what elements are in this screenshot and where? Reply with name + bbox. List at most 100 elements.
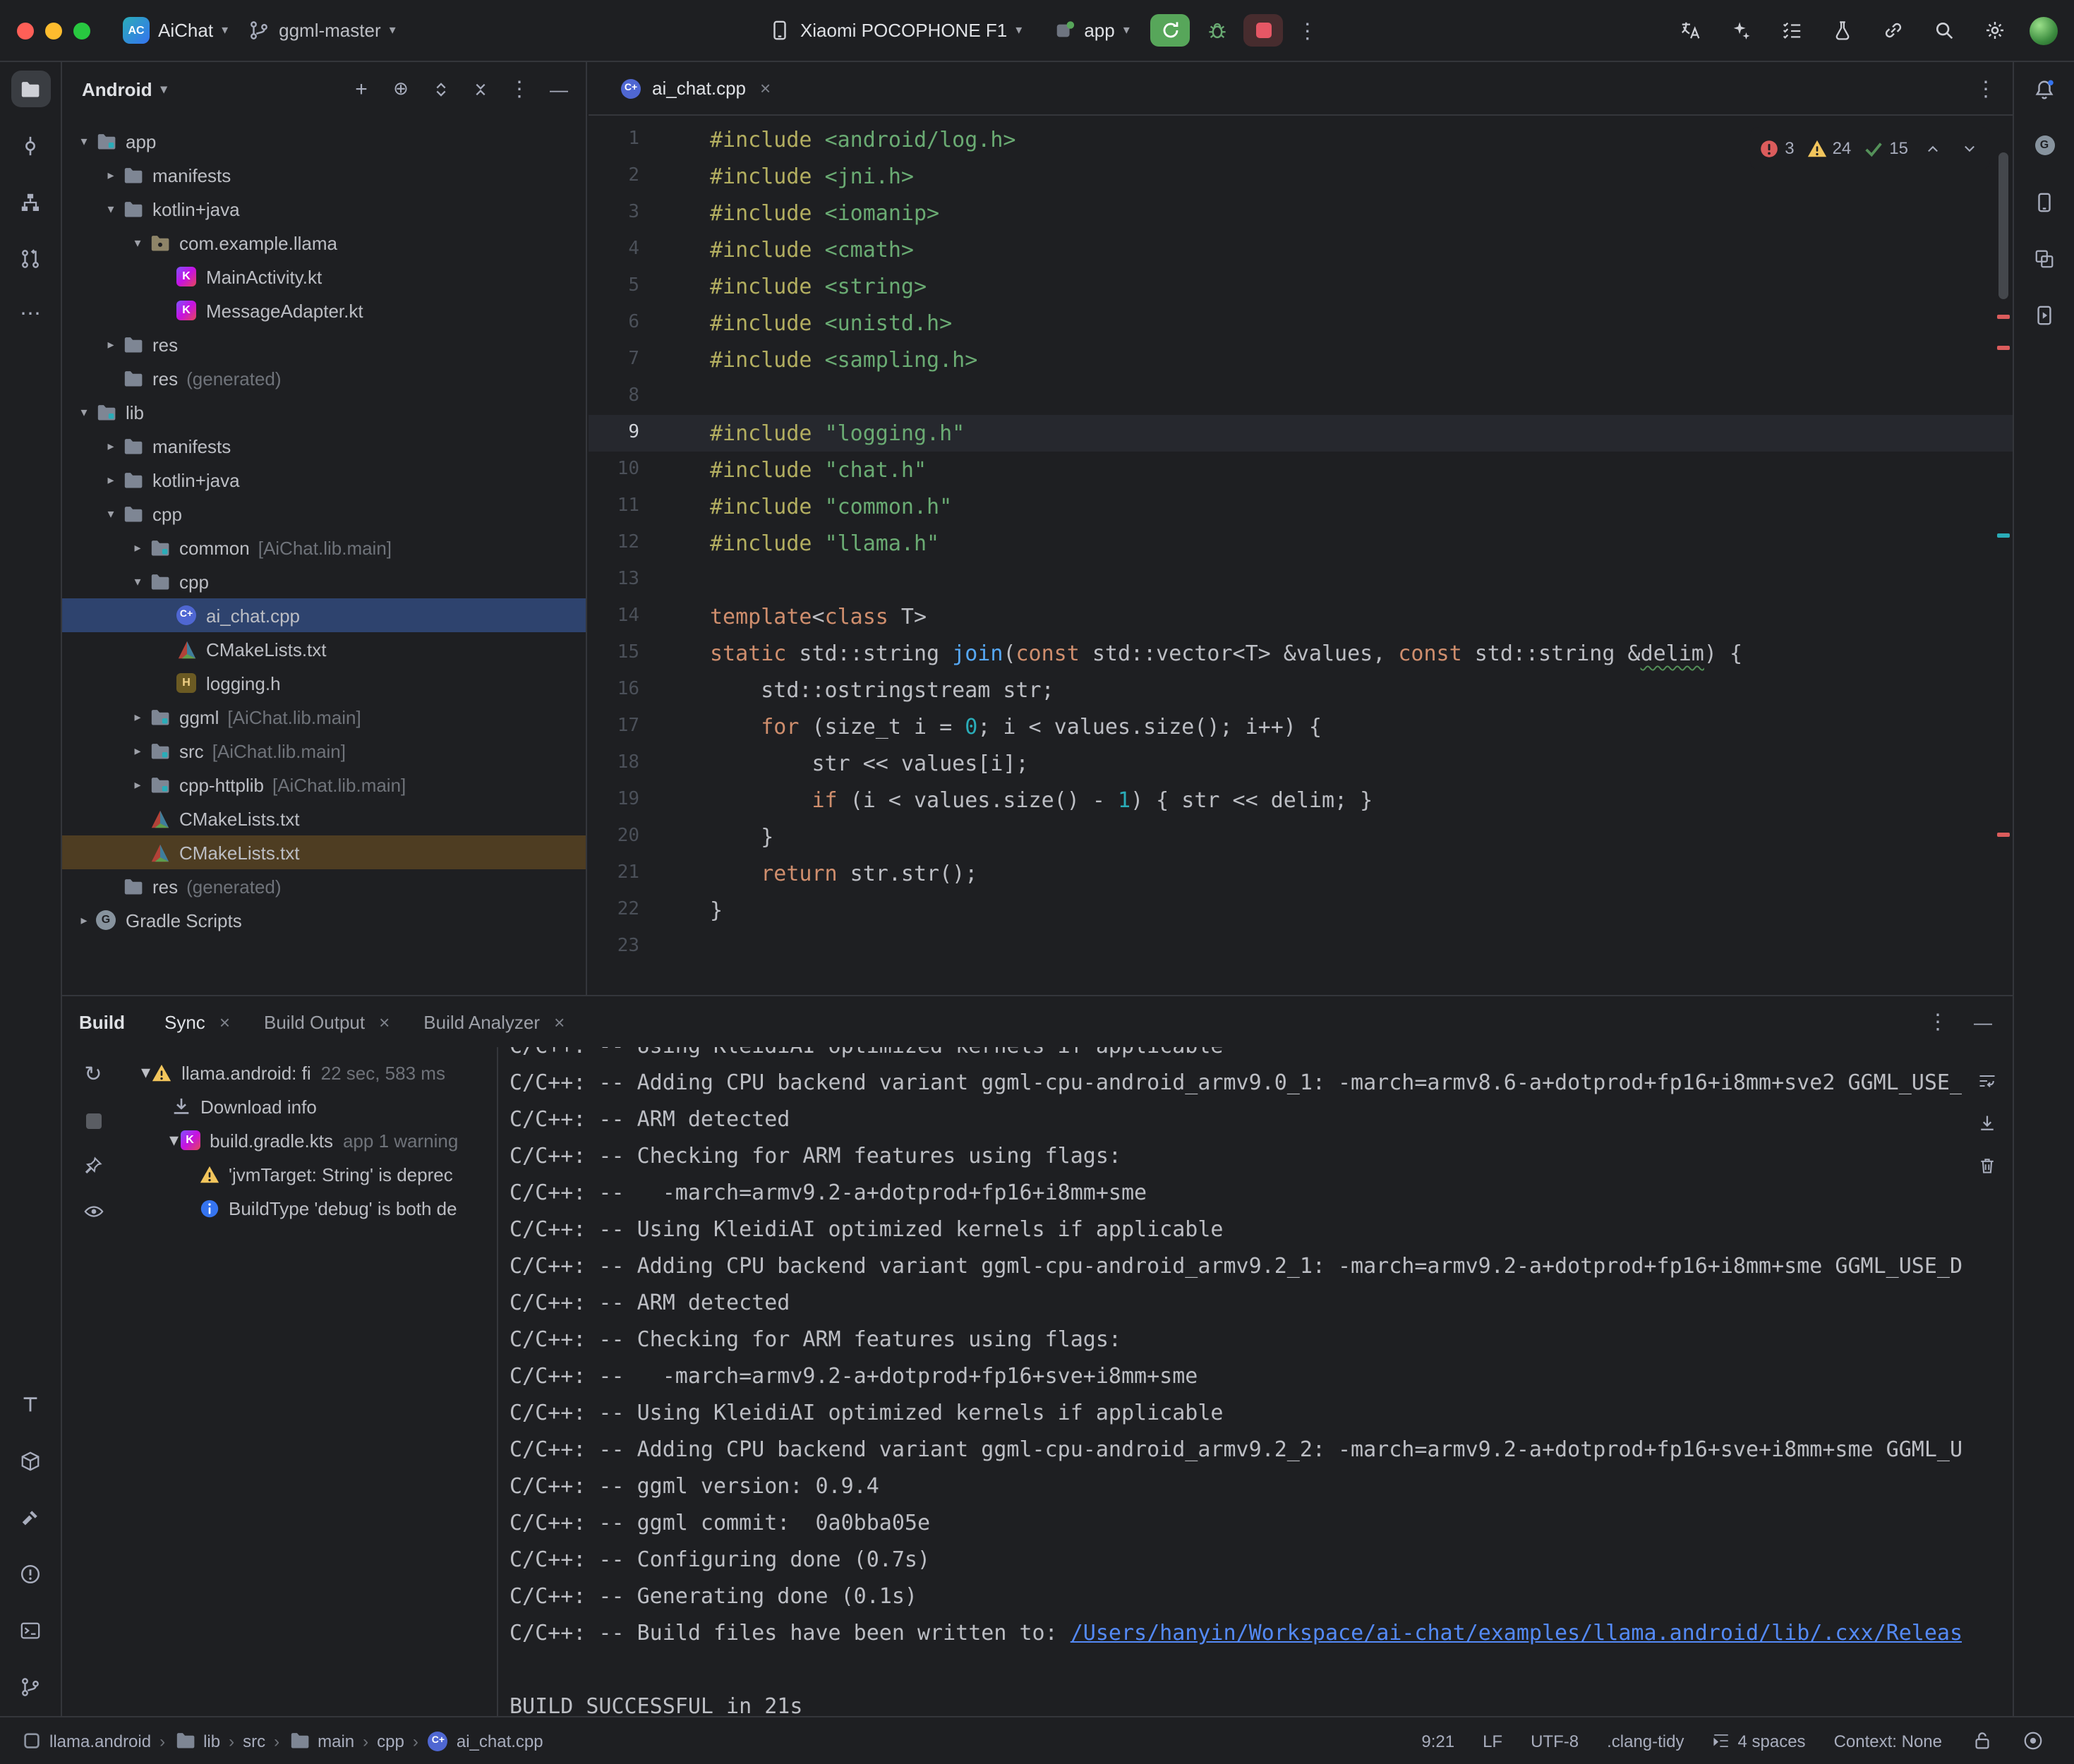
options-kebab-icon[interactable]: ⋮: [507, 76, 532, 102]
tree-item-com-example-llama[interactable]: ▾com.example.llama: [62, 226, 586, 260]
build-tool-window-title[interactable]: Build: [79, 1011, 125, 1032]
tree-item-common[interactable]: ▸common[AiChat.lib.main]: [62, 531, 586, 564]
tree-item-manifests[interactable]: ▸manifests: [62, 158, 586, 192]
tree-item-kotlin-java[interactable]: ▾kotlin+java: [62, 192, 586, 226]
chevron-right-icon[interactable]: ▸: [127, 777, 148, 792]
close-tab-icon[interactable]: ×: [554, 1011, 565, 1032]
chevron-right-icon[interactable]: ▸: [100, 472, 121, 488]
tree-item-mainactivity-kt[interactable]: KMainActivity.kt: [62, 260, 586, 294]
code-line-11[interactable]: 11#include "common.h": [589, 488, 2013, 525]
line-number[interactable]: 20: [589, 818, 639, 855]
debug-button[interactable]: [1202, 15, 1233, 46]
code-line-14[interactable]: 14template<class T>: [589, 598, 2013, 635]
inspections-widget[interactable]: 3 24 15: [1749, 127, 1990, 169]
code-line-17[interactable]: 17 for (size_t i = 0; i < values.size();…: [589, 708, 2013, 745]
project-widget[interactable]: AC AiChat ▾: [113, 11, 238, 49]
task-list-button[interactable]: [1775, 15, 1807, 46]
line-number[interactable]: 17: [589, 708, 639, 745]
experiments-button[interactable]: [1826, 15, 1857, 46]
caret-position-widget[interactable]: 9:21: [1410, 1727, 1466, 1755]
code-line-23[interactable]: 23: [589, 929, 2013, 965]
run-config-selector[interactable]: app ▾: [1043, 13, 1139, 47]
clear-console-icon[interactable]: [1969, 1149, 2006, 1183]
tree-item-lib[interactable]: ▾lib: [62, 395, 586, 429]
chevron-right-icon[interactable]: ▸: [100, 337, 121, 352]
line-number[interactable]: 13: [589, 562, 639, 598]
breadcrumb-lib[interactable]: lib: [174, 1729, 220, 1752]
running-devices-tool-button[interactable]: [2025, 296, 2064, 333]
resource-manager-tool-button[interactable]: [11, 1442, 50, 1479]
chevron-down-icon[interactable]: ▾: [127, 574, 148, 589]
tree-item-manifests[interactable]: ▸manifests: [62, 429, 586, 463]
clang-tidy-widget[interactable]: .clang-tidy: [1596, 1727, 1695, 1755]
code-line-18[interactable]: 18 str << values[i];: [589, 745, 2013, 782]
build-tab-build-output[interactable]: Build Output×: [250, 1005, 404, 1038]
editor-tab-ai-chat-cpp[interactable]: C+ ai_chat.cpp ×: [608, 62, 782, 114]
ai-assistant-button[interactable]: [1725, 15, 1756, 46]
breadcrumb-llama-android[interactable]: llama.android: [20, 1729, 151, 1752]
preview-button[interactable]: [75, 1194, 111, 1228]
line-number[interactable]: 18: [589, 745, 639, 782]
line-number[interactable]: 12: [589, 525, 639, 562]
line-number[interactable]: 6: [589, 305, 639, 342]
line-number[interactable]: 22: [589, 892, 639, 929]
gradle-tool-button[interactable]: G: [2025, 127, 2064, 164]
stop-button[interactable]: [1244, 14, 1284, 47]
passed-counter[interactable]: 15: [1862, 130, 1908, 167]
build-event-jvmtarget-string-is-deprec[interactable]: 'jvmTarget: String' is deprec: [124, 1157, 497, 1191]
code-line-6[interactable]: 6#include <unistd.h>: [589, 305, 2013, 342]
build-event-download-info[interactable]: Download info: [124, 1089, 497, 1123]
build-event-buildtype-debug-is-both-de[interactable]: BuildType 'debug' is both de: [124, 1191, 497, 1225]
breadcrumb-main[interactable]: main: [288, 1729, 354, 1752]
tree-item-src[interactable]: ▸src[AiChat.lib.main]: [62, 734, 586, 768]
vcs-branch-widget[interactable]: ggml-master ▾: [238, 13, 406, 47]
error-stripe-mark[interactable]: [1997, 833, 2010, 837]
chevron-right-icon[interactable]: ▸: [127, 743, 148, 759]
chevron-down-icon[interactable]: ▾: [100, 506, 121, 521]
close-window-button[interactable]: [17, 22, 34, 39]
code-line-21[interactable]: 21 return str.str();: [589, 855, 2013, 892]
error-stripe-mark[interactable]: [1997, 315, 2010, 319]
editor-options-kebab-icon[interactable]: ⋮: [1973, 75, 1998, 101]
layout-inspector-tool-button[interactable]: [2025, 240, 2064, 277]
chevron-right-icon[interactable]: ▸: [127, 709, 148, 725]
code-line-13[interactable]: 13: [589, 562, 2013, 598]
code-line-15[interactable]: 15static std::string join(const std::vec…: [589, 635, 2013, 672]
prev-problem-icon[interactable]: [1919, 135, 1945, 161]
build-event-build-gradle-kts[interactable]: ▾Kbuild.gradle.ktsapp 1 warning: [124, 1123, 497, 1157]
tree-item-cpp-httplib[interactable]: ▸cpp-httplib[AiChat.lib.main]: [62, 768, 586, 802]
line-number[interactable]: 2: [589, 158, 639, 195]
locate-file-icon[interactable]: ⊕: [388, 76, 414, 102]
zoom-window-button[interactable]: [73, 22, 90, 39]
close-tab-icon[interactable]: ×: [379, 1011, 390, 1032]
code-line-3[interactable]: 3#include <iomanip>: [589, 195, 2013, 231]
tree-item-cmakelists-txt[interactable]: CMakeLists.txt: [62, 835, 586, 869]
pull-requests-tool-button[interactable]: [11, 240, 50, 277]
build-tab-build-analyzer[interactable]: Build Analyzer×: [409, 1005, 579, 1038]
chevron-down-icon[interactable]: ▾: [73, 133, 95, 149]
todo-tool-button[interactable]: [11, 1386, 50, 1422]
tree-item-res[interactable]: ▸res: [62, 327, 586, 361]
line-number[interactable]: 21: [589, 855, 639, 892]
tree-item-ggml[interactable]: ▸ggml[AiChat.lib.main]: [62, 700, 586, 734]
tree-item-messageadapter-kt[interactable]: KMessageAdapter.kt: [62, 294, 586, 327]
editor-scrollbar[interactable]: [1998, 152, 2008, 299]
code-line-10[interactable]: 10#include "chat.h": [589, 452, 2013, 488]
close-tab-icon[interactable]: ×: [219, 1011, 230, 1032]
code-line-5[interactable]: 5#include <string>: [589, 268, 2013, 305]
problems-tool-button[interactable]: [11, 1555, 50, 1592]
line-number[interactable]: 1: [589, 121, 639, 158]
tree-item-kotlin-java[interactable]: ▸kotlin+java: [62, 463, 586, 497]
resync-button[interactable]: ↻: [75, 1058, 111, 1092]
indent-widget[interactable]: 4 spaces: [1701, 1727, 1817, 1755]
structure-tool-button[interactable]: [11, 183, 50, 220]
chevron-right-icon[interactable]: ▸: [100, 438, 121, 454]
pin-button[interactable]: [75, 1149, 111, 1183]
code-line-7[interactable]: 7#include <sampling.h>: [589, 342, 2013, 378]
expand-all-icon[interactable]: [428, 76, 453, 102]
line-number[interactable]: 3: [589, 195, 639, 231]
build-console[interactable]: C/C++: -- Using KleidiAI optimized kerne…: [497, 1047, 1962, 1716]
chevron-down-icon[interactable]: ▾: [141, 1061, 150, 1084]
collapse-all-icon[interactable]: [467, 76, 493, 102]
line-number[interactable]: 11: [589, 488, 639, 525]
